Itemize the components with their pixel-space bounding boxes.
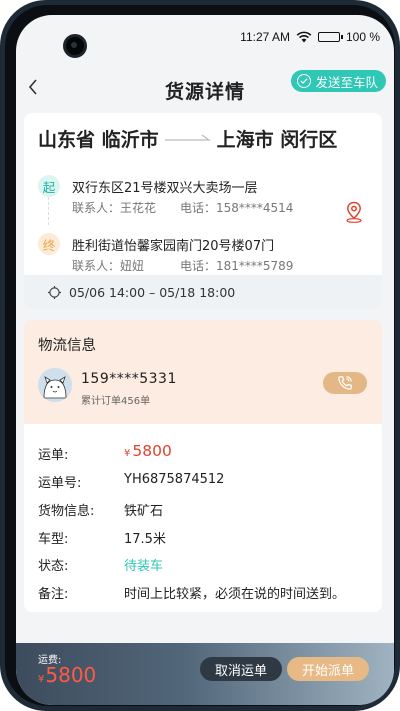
vehicle-type-value: 17.5米 bbox=[124, 532, 166, 547]
avatar bbox=[38, 368, 72, 402]
route-card: 山东省 临沂市 上海市 闵行区 起 双行东区21号楼双兴大卖场一层 联系人：王花… bbox=[24, 113, 382, 309]
freight-label: 运单: bbox=[38, 448, 69, 463]
dropoff-phone: 电话：181****5789 bbox=[180, 259, 294, 273]
pickup-stop: 起 双行东区21号楼双兴大卖场一层 联系人：王花花 电话：158****4514 bbox=[38, 175, 372, 221]
fee-value: 5800 bbox=[45, 663, 97, 687]
send-to-fleet-button[interactable]: 发送至车队 bbox=[291, 70, 386, 92]
wifi-icon bbox=[296, 31, 312, 43]
vehicle-type-label: 车型: bbox=[38, 532, 69, 547]
logistics-title: 物流信息 bbox=[38, 338, 96, 354]
app-screen: 11:27 AM 100 % 货源详情 发送至车队 山东省 临沂市 上海市 闵行… bbox=[16, 15, 394, 705]
freight-value: ¥5800 bbox=[124, 442, 172, 460]
note-label: 备注: bbox=[38, 587, 69, 602]
dropoff-contact: 联系人：妞妞 bbox=[72, 259, 145, 273]
location-pin-icon[interactable] bbox=[344, 201, 364, 223]
bottom-action-bar: 运费: ¥5800 取消运单 开始派单 bbox=[16, 643, 394, 705]
route-origin: 山东省 临沂市 bbox=[38, 128, 159, 151]
cargo-label: 货物信息: bbox=[38, 504, 95, 519]
shipper-phone: 159****5331 bbox=[81, 371, 177, 387]
waybill-number-label: 运单号: bbox=[38, 476, 82, 491]
status-bar: 11:27 AM 100 % bbox=[240, 29, 380, 45]
route-header: 山东省 临沂市 上海市 闵行区 bbox=[38, 125, 372, 151]
fee-amount: ¥5800 bbox=[38, 663, 96, 687]
end-badge: 终 bbox=[38, 233, 60, 255]
cargo-value: 铁矿石 bbox=[124, 504, 164, 519]
freight-row: 运单: ¥5800 bbox=[38, 442, 372, 464]
crosshair-clock-icon bbox=[48, 285, 61, 299]
call-button[interactable] bbox=[323, 372, 367, 394]
status-value: 待装车 bbox=[124, 559, 164, 574]
note-row: 备注: 时间上比较紧，必须在说的时间送到。 bbox=[38, 583, 372, 603]
freight-amount: 5800 bbox=[132, 442, 172, 460]
cancel-waybill-button[interactable]: 取消运单 bbox=[200, 657, 282, 681]
status-label: 状态: bbox=[38, 559, 69, 574]
route-destination: 上海市 闵行区 bbox=[216, 128, 338, 151]
note-value: 时间上比较紧，必须在说的时间送到。 bbox=[124, 587, 346, 602]
logistics-card: 物流信息 159****5331 累计订单456单 bbox=[24, 320, 382, 424]
battery-icon bbox=[317, 32, 343, 42]
order-count: 累计订单456单 bbox=[81, 396, 151, 407]
phone-call-icon bbox=[338, 376, 352, 390]
check-circle-icon bbox=[297, 74, 312, 88]
vehicle-type-row: 车型: 17.5米 bbox=[38, 528, 372, 548]
front-camera bbox=[63, 34, 87, 58]
battery-percent: 100 % bbox=[345, 30, 380, 44]
time-window-bar: 05/06 14:00 – 05/18 18:00 bbox=[24, 275, 382, 309]
start-dispatch-button[interactable]: 开始派单 bbox=[287, 657, 369, 681]
route-arrow-icon bbox=[164, 134, 211, 141]
status-time: 11:27 AM bbox=[240, 30, 290, 44]
fee-currency-symbol: ¥ bbox=[38, 674, 45, 685]
waybill-number-value: YH6875874512 bbox=[124, 472, 225, 487]
cargo-row: 货物信息: 铁矿石 bbox=[38, 500, 372, 520]
time-window: 05/06 14:00 – 05/18 18:00 bbox=[69, 284, 236, 300]
pickup-phone: 电话：158****4514 bbox=[180, 201, 294, 215]
nav-bar: 货源详情 发送至车队 bbox=[16, 67, 394, 107]
phone-frame: 11:27 AM 100 % 货源详情 发送至车队 山东省 临沂市 上海市 闵行… bbox=[0, 0, 400, 711]
dropoff-address: 胜利街道怡馨家园南门20号楼07门 bbox=[72, 239, 275, 254]
waybill-details-card: 运单: ¥5800 运单号: YH6875874512 货物信息: 铁矿石 车型… bbox=[24, 424, 382, 612]
status-row: 状态: 待装车 bbox=[38, 555, 372, 575]
waybill-number-row: 运单号: YH6875874512 bbox=[38, 472, 372, 492]
send-to-fleet-label: 发送至车队 bbox=[315, 74, 378, 90]
pickup-address: 双行东区21号楼双兴大卖场一层 bbox=[72, 181, 258, 196]
phone-bezel: 11:27 AM 100 % 货源详情 发送至车队 山东省 临沂市 上海市 闵行… bbox=[5, 5, 395, 706]
route-connector bbox=[48, 197, 49, 225]
dropoff-stop: 终 胜利街道怡馨家园南门20号楼07门 联系人：妞妞 电话：181****578… bbox=[38, 233, 372, 279]
start-badge: 起 bbox=[38, 175, 60, 197]
pickup-contact: 联系人：王花花 bbox=[72, 201, 157, 215]
currency-symbol: ¥ bbox=[124, 448, 131, 459]
